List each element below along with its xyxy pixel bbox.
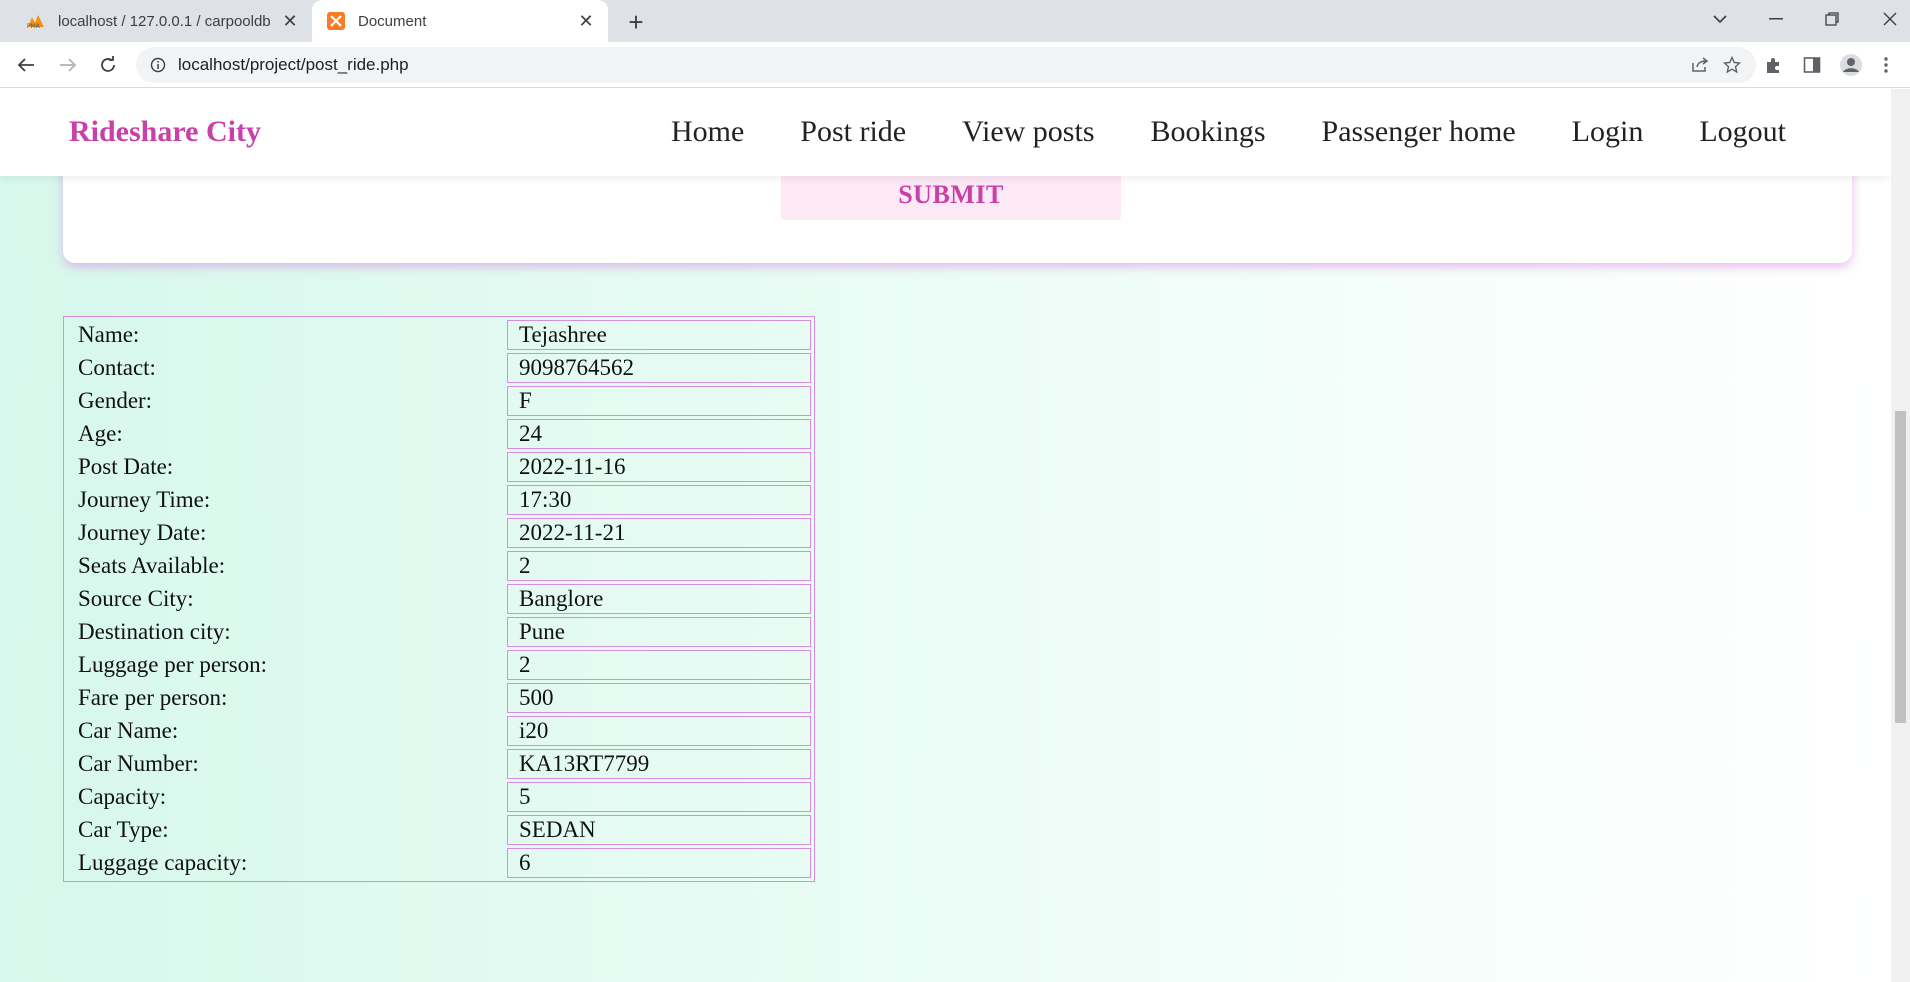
reload-icon[interactable] <box>92 49 124 81</box>
tab-title: localhost / 127.0.0.1 / carpooldb <box>58 12 271 30</box>
nav-bookings[interactable]: Bookings <box>1151 115 1266 149</box>
restore-icon[interactable] <box>1812 0 1852 38</box>
row-value: 24 <box>507 419 811 449</box>
nav-login[interactable]: Login <box>1572 115 1644 149</box>
xampp-icon <box>326 11 346 31</box>
table-row: Car Name: i20 <box>67 716 811 746</box>
nav-post-ride[interactable]: Post ride <box>800 115 906 149</box>
row-label: Destination city: <box>78 619 231 644</box>
share-icon[interactable] <box>1684 49 1716 81</box>
row-label: Capacity: <box>78 784 167 809</box>
table-row: Name: Tejashree <box>67 320 811 350</box>
minimize-icon[interactable] <box>1756 0 1796 38</box>
row-label: Journey Date: <box>78 520 207 545</box>
site-info-icon[interactable] <box>148 55 168 75</box>
browser-tab-document[interactable]: Document ✕ <box>312 0 608 42</box>
table-row: Journey Time: 17:30 <box>67 485 811 515</box>
table-row: Gender: F <box>67 386 811 416</box>
new-tab-plus-icon[interactable]: + <box>620 6 652 38</box>
side-panel-icon[interactable] <box>1795 49 1829 81</box>
svg-text:PMA: PMA <box>27 23 41 29</box>
row-value: 6 <box>507 848 811 878</box>
row-value: 2022-11-16 <box>507 452 811 482</box>
scrollbar-thumb[interactable] <box>1895 411 1906 723</box>
close-icon[interactable]: ✕ <box>278 9 302 33</box>
table-row: Fare per person: 500 <box>67 683 811 713</box>
forward-arrow-icon[interactable] <box>52 49 84 81</box>
row-value: 9098764562 <box>507 353 811 383</box>
table-row: Luggage capacity: 6 <box>67 848 811 878</box>
profile-avatar-icon[interactable] <box>1834 49 1868 81</box>
submit-button[interactable]: SUBMIT <box>781 169 1121 220</box>
row-label: Journey Time: <box>78 487 211 512</box>
browser-toolbar: localhost/project/post_ride.php <box>0 42 1910 88</box>
row-value: 2 <box>507 551 811 581</box>
table-row: Luggage per person: 2 <box>67 650 811 680</box>
page-viewport: SUBMIT Rideshare City Home Post ride Vie… <box>0 89 1891 982</box>
close-window-icon[interactable] <box>1870 0 1910 38</box>
nav-passenger-home[interactable]: Passenger home <box>1322 115 1516 149</box>
table-row: Contact: 9098764562 <box>67 353 811 383</box>
table-row: Post Date: 2022-11-16 <box>67 452 811 482</box>
row-label: Gender: <box>78 388 153 413</box>
table-row: Age: 24 <box>67 419 811 449</box>
row-value: 17:30 <box>507 485 811 515</box>
row-label: Contact: <box>78 355 156 380</box>
page-scrollbar[interactable] <box>1891 89 1910 982</box>
row-value: SEDAN <box>507 815 811 845</box>
row-label: Post Date: <box>78 454 174 479</box>
row-label: Car Type: <box>78 817 169 842</box>
tab-title: Document <box>358 12 427 30</box>
row-label: Car Name: <box>78 718 179 743</box>
row-value: F <box>507 386 811 416</box>
row-label: Luggage capacity: <box>78 850 248 875</box>
table-row: Car Number: KA13RT7799 <box>67 749 811 779</box>
browser-tab-phpmyadmin[interactable]: PMA localhost / 127.0.0.1 / carpooldb ✕ <box>12 0 312 42</box>
address-bar[interactable]: localhost/project/post_ride.php <box>136 47 1756 83</box>
row-value: 2 <box>507 650 811 680</box>
table-row: Capacity: 5 <box>67 782 811 812</box>
tab-search-chevron-icon[interactable] <box>1700 0 1740 38</box>
table-row: Seats Available: 2 <box>67 551 811 581</box>
nav-logout[interactable]: Logout <box>1699 115 1786 149</box>
row-value: Banglore <box>507 584 811 614</box>
row-value: Tejashree <box>507 320 811 350</box>
row-label: Seats Available: <box>78 553 226 578</box>
extensions-puzzle-icon[interactable] <box>1756 49 1790 81</box>
close-icon[interactable]: ✕ <box>574 9 598 33</box>
row-label: Source City: <box>78 586 194 611</box>
back-arrow-icon[interactable] <box>10 49 42 81</box>
table-row: Journey Date: 2022-11-21 <box>67 518 811 548</box>
ride-details-table: Name: Tejashree Contact: 9098764562 Gender… <box>63 316 815 882</box>
table-row: Car Type: SEDAN <box>67 815 811 845</box>
row-value: Pune <box>507 617 811 647</box>
nav-view-posts[interactable]: View posts <box>962 115 1094 149</box>
nav-home[interactable]: Home <box>671 115 744 149</box>
browser-tab-strip: PMA localhost / 127.0.0.1 / carpooldb ✕ … <box>0 0 1910 42</box>
site-navbar: Rideshare City Home Post ride View posts… <box>0 89 1891 176</box>
row-value: 5 <box>507 782 811 812</box>
row-label: Car Number: <box>78 751 199 776</box>
row-label: Fare per person: <box>78 685 228 710</box>
phpmyadmin-icon: PMA <box>26 11 46 31</box>
row-value: KA13RT7799 <box>507 749 811 779</box>
site-brand-logo[interactable]: Rideshare City <box>69 115 261 149</box>
bookmark-star-icon[interactable] <box>1716 49 1748 81</box>
row-label: Luggage per person: <box>78 652 268 677</box>
row-label: Name: <box>78 322 140 347</box>
row-label: Age: <box>78 421 123 446</box>
table-row: Destination city: Pune <box>67 617 811 647</box>
row-value: 2022-11-21 <box>507 518 811 548</box>
row-value: i20 <box>507 716 811 746</box>
table-row: Source City: Banglore <box>67 584 811 614</box>
browser-menu-kebab-icon[interactable] <box>1874 49 1898 81</box>
row-value: 500 <box>507 683 811 713</box>
url-text[interactable]: localhost/project/post_ride.php <box>178 55 1684 75</box>
site-nav-links: Home Post ride View posts Bookings Passe… <box>671 115 1786 149</box>
